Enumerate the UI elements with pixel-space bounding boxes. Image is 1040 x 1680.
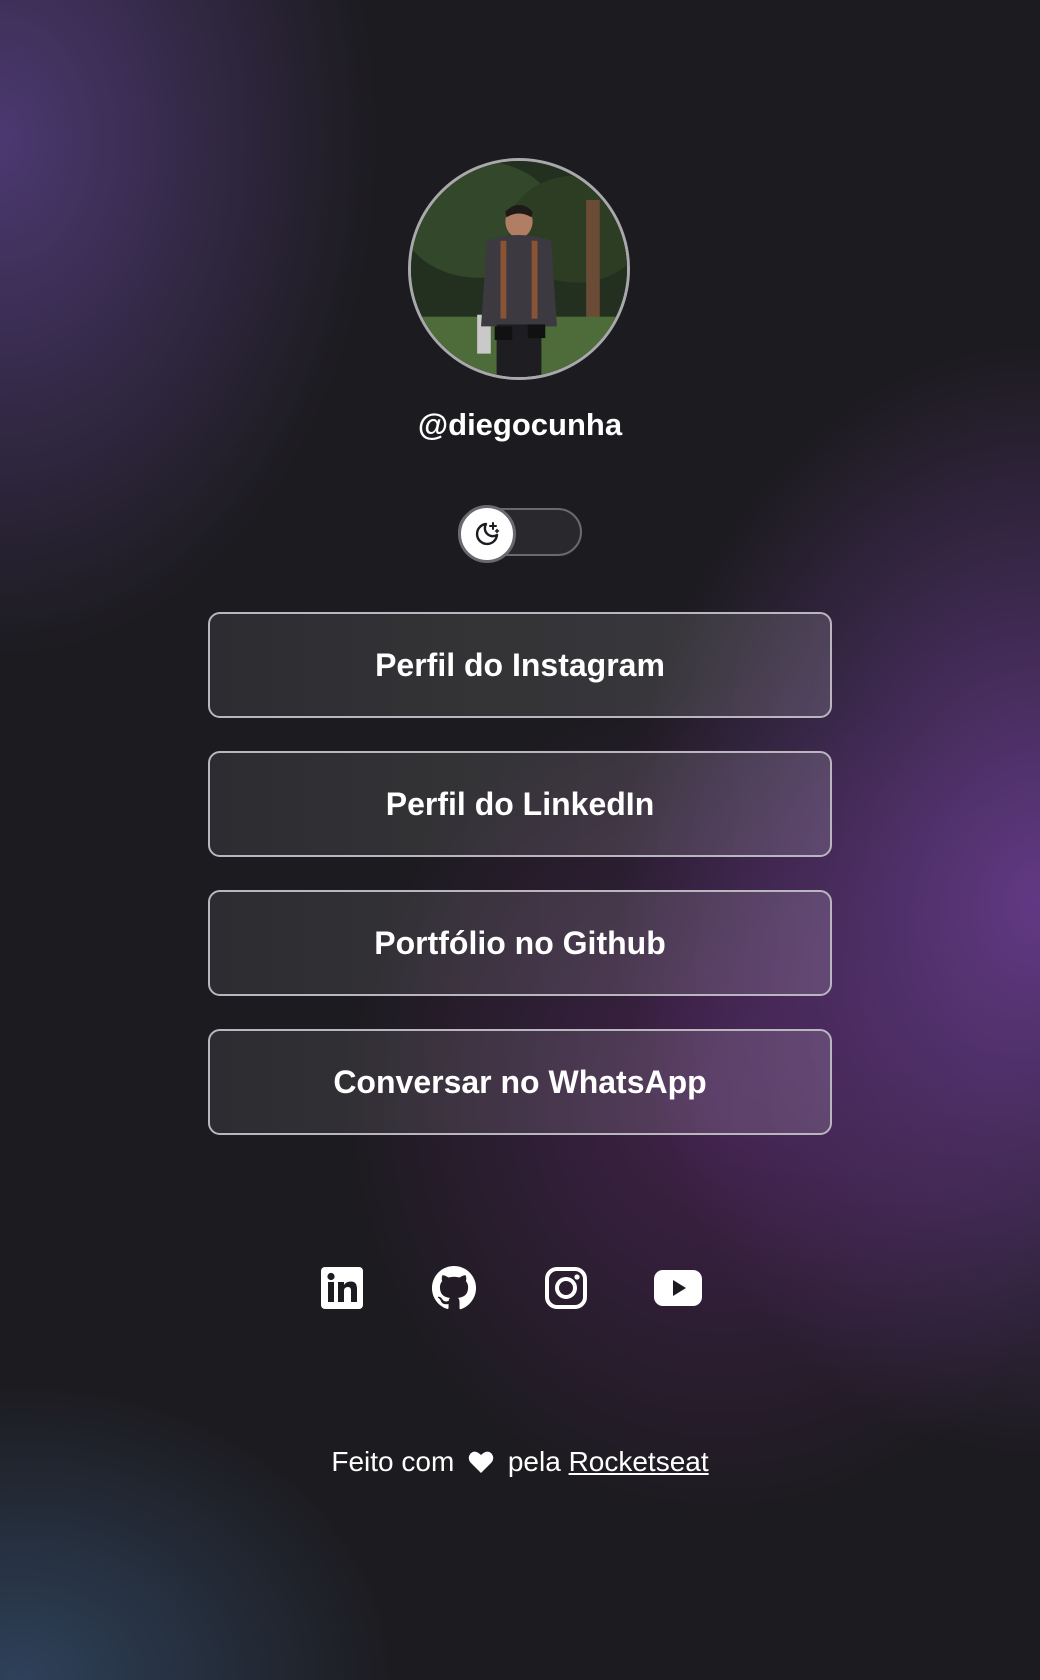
moon-stars-icon [475,522,500,546]
whatsapp-chat-button[interactable]: Conversar no WhatsApp [208,1029,832,1135]
avatar [408,158,630,380]
footer: Feito com pela Rocketseat [208,1442,832,1482]
footer-prefix: Feito com [331,1446,455,1477]
instagram-profile-button[interactable]: Perfil do Instagram [208,612,832,718]
instagram-icon [545,1267,587,1309]
toggle-knob[interactable] [458,505,516,563]
rocketseat-link[interactable]: Rocketseat [569,1446,709,1477]
profile-handle: @diegocunha [417,407,623,442]
footer-middle: pela [507,1446,561,1477]
github-link[interactable] [428,1262,480,1314]
instagram-link[interactable] [540,1262,592,1314]
social-links [316,1262,716,1318]
links-list: Perfil do Instagram Perfil do LinkedIn P… [208,612,832,1168]
github-portfolio-button[interactable]: Portfólio no Github [208,890,832,996]
github-icon [431,1265,477,1310]
linkedin-profile-button[interactable]: Perfil do LinkedIn [208,751,832,857]
youtube-icon [654,1270,702,1306]
linkedin-link[interactable] [316,1262,368,1314]
theme-toggle[interactable] [458,505,582,563]
linkedin-icon [321,1267,363,1309]
youtube-link[interactable] [652,1262,704,1314]
heart-icon [468,1451,494,1473]
